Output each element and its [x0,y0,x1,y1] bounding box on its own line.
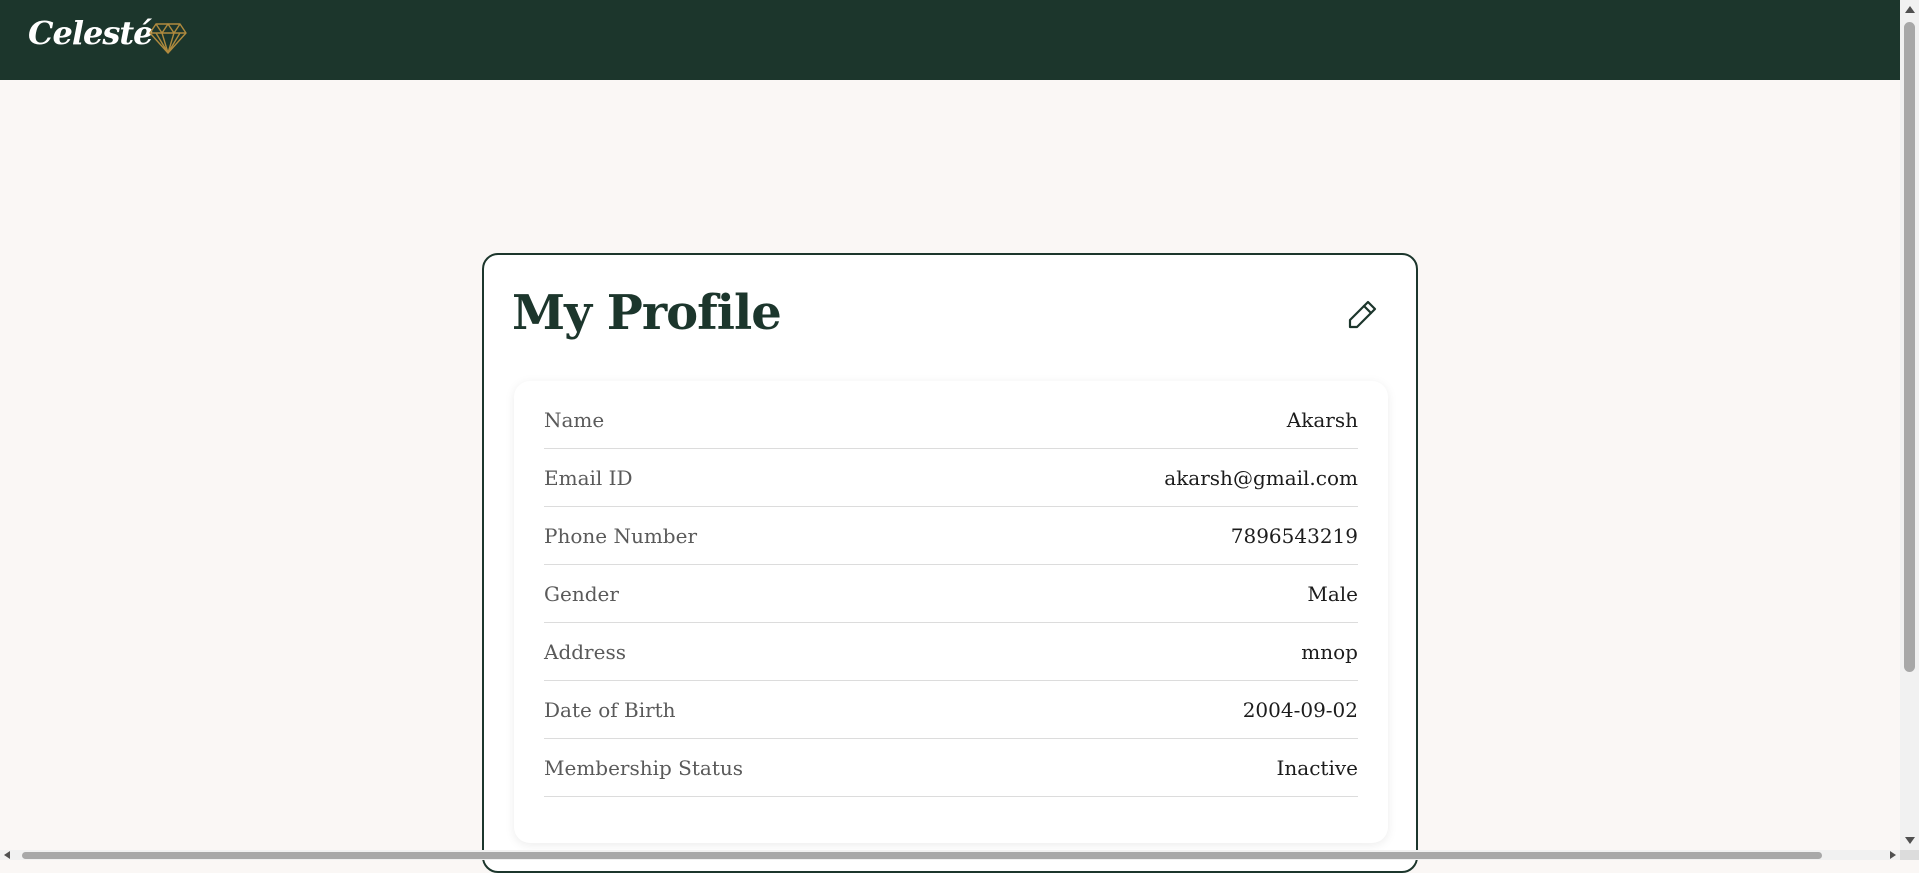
scrollbar-corner [1900,850,1919,860]
field-label: Gender [544,582,619,606]
profile-row-phone: Phone Number 7896543219 [544,507,1358,565]
field-value: Akarsh [1287,408,1358,432]
membership-status: Inactive [1277,756,1358,780]
profile-row-gender: Gender Male [544,565,1358,623]
vertical-scroll-thumb[interactable] [1904,22,1915,672]
page-title: My Profile [512,285,781,341]
field-label: Phone Number [544,524,697,548]
field-label: Membership Status [544,756,743,780]
profile-row-address: Address mnop [544,623,1358,681]
brand-logo-text[interactable]: Celesté [28,14,153,52]
field-value: 2004-09-02 [1243,698,1358,722]
scroll-left-icon[interactable] [4,851,10,859]
edit-profile-button[interactable] [1346,297,1380,331]
profile-row-dob: Date of Birth 2004-09-02 [544,681,1358,739]
field-label: Address [544,640,626,664]
profile-row-name: Name Akarsh [544,391,1358,449]
field-label: Email ID [544,466,633,490]
field-value: mnop [1301,640,1358,664]
field-value: 7896543219 [1231,524,1358,548]
vertical-scrollbar[interactable] [1900,0,1919,850]
profile-row-membership: Membership Status Inactive [544,739,1358,797]
diamond-icon[interactable] [148,20,188,56]
scroll-down-icon[interactable] [1905,837,1915,844]
field-value: Male [1307,582,1358,606]
scroll-up-icon[interactable] [1905,6,1915,13]
field-label: Date of Birth [544,698,676,722]
pencil-icon [1346,297,1380,331]
horizontal-scrollbar[interactable] [0,850,1900,860]
profile-card: My Profile Name Akarsh Email ID akarsh@g… [482,253,1418,873]
field-label: Name [544,408,604,432]
field-value: akarsh@gmail.com [1164,466,1358,490]
scroll-right-icon[interactable] [1890,851,1896,859]
top-navbar: Celesté [0,0,1900,80]
profile-details-list: Name Akarsh Email ID akarsh@gmail.com Ph… [514,381,1388,843]
horizontal-scroll-thumb[interactable] [22,852,1822,859]
profile-row-email: Email ID akarsh@gmail.com [544,449,1358,507]
